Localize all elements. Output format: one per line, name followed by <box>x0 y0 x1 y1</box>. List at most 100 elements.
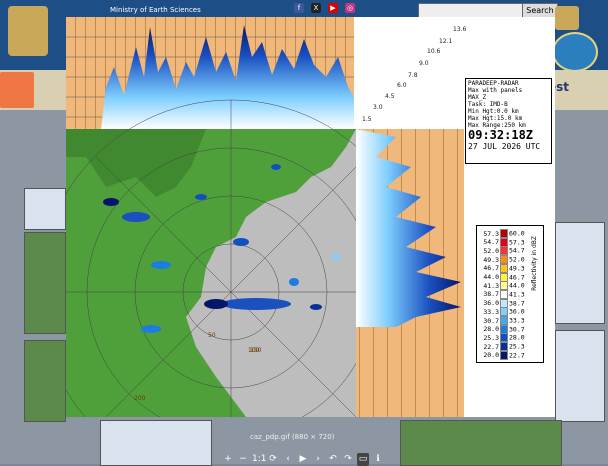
thumbnail[interactable] <box>24 188 66 230</box>
thumbnail[interactable] <box>24 232 66 334</box>
legend-row: 33.3 36.0 <box>477 307 525 317</box>
legend-swatch <box>500 350 508 360</box>
play-icon[interactable]: ▶ <box>297 453 309 466</box>
zoom-out-icon[interactable]: − <box>237 453 249 466</box>
facebook-icon[interactable]: f <box>294 3 304 13</box>
search-button[interactable]: Search <box>522 3 558 18</box>
legend-swatch <box>500 229 508 238</box>
thumbnail[interactable] <box>400 420 562 466</box>
legend-high-value: 54.7 <box>509 246 525 255</box>
rotate-left-icon[interactable]: ↶ <box>327 453 339 466</box>
ministry-title: Ministry of Earth Sciences <box>110 6 201 14</box>
legend-row: 54.7 57.3 <box>477 237 525 247</box>
legend-row: 57.3 60.0 <box>477 229 525 238</box>
legend-row: 44.0 46.7 <box>477 272 525 282</box>
legend-swatch <box>500 316 508 325</box>
legend-high-value: 28.0 <box>509 333 525 342</box>
radar-info-box: PARADEEP-RADAR Max with panels MAX_Z Tas… <box>465 78 552 164</box>
observation-time: 09:32:18Z <box>468 128 534 142</box>
product-name: Max with panels <box>468 87 523 94</box>
legend-high-value: 30.7 <box>509 325 525 334</box>
legend-high-value: 38.7 <box>509 299 525 308</box>
x-icon[interactable]: X <box>311 3 321 13</box>
legend-high-value: 60.0 <box>509 229 525 238</box>
legend-swatch <box>500 281 508 291</box>
height-label: 4.5 <box>385 93 395 100</box>
legend-row: 25.3 28.0 <box>477 333 525 343</box>
range-label: 50 <box>208 332 216 339</box>
fullscreen-icon[interactable]: ▭ <box>357 453 369 466</box>
instagram-icon[interactable]: ◎ <box>345 3 355 13</box>
legend-high-value: 33.3 <box>509 316 525 325</box>
legend-swatch <box>500 333 508 343</box>
legend-high-value: 57.3 <box>509 238 525 247</box>
legend-row: 38.7 41.3 <box>477 289 525 299</box>
height-label: 6.0 <box>397 82 407 89</box>
legend-row: 30.7 33.3 <box>477 316 525 325</box>
legend-row: 49.3 52.0 <box>477 255 525 265</box>
legend-swatch <box>500 324 508 334</box>
legend-swatch <box>500 307 508 317</box>
reflectivity-legend: 57.3 60.0 54.7 57.3 52.0 54.7 49.3 52.0 46.7 49.3… <box>476 225 544 363</box>
legend-row: 52.0 54.7 <box>477 246 525 256</box>
thumbnail[interactable] <box>100 420 212 466</box>
info-icon[interactable]: ℹ <box>372 453 384 466</box>
legend-low-value: 20.0 <box>483 351 499 360</box>
range-label: 150 <box>250 347 262 354</box>
height-label: 3.0 <box>373 104 383 111</box>
legend-row: 36.0 38.7 <box>477 298 525 308</box>
observation-date: 27 JUL 2026 UTC <box>468 142 541 151</box>
rotate-right-icon[interactable]: ↷ <box>342 453 354 466</box>
imd-logo <box>552 32 598 72</box>
range-label: 200 <box>134 395 146 402</box>
height-label: 1.5 <box>362 116 372 123</box>
legend-row: 20.0 22.7 <box>477 350 525 360</box>
legend-swatch <box>500 298 508 308</box>
max-height: Max Hgt:15.0 km <box>468 115 523 122</box>
youtube-icon[interactable]: ▶ <box>328 3 338 13</box>
height-label: 10.6 <box>427 48 441 55</box>
legend-row: 22.7 25.3 <box>477 342 525 352</box>
actual-size-icon[interactable]: 1:1 <box>252 453 266 466</box>
thumbnail[interactable] <box>555 222 605 324</box>
legend-swatch <box>500 342 508 352</box>
legend-swatch <box>500 246 508 256</box>
nav-weather-icon[interactable] <box>0 72 34 108</box>
height-label: 13.6 <box>453 26 467 33</box>
height-label: 12.1 <box>439 38 453 45</box>
thumbnail[interactable] <box>555 330 605 422</box>
legend-high-value: 41.3 <box>509 290 525 299</box>
legend-high-value: 36.0 <box>509 307 525 316</box>
legend-row: 46.7 49.3 <box>477 263 525 273</box>
rotate-icon[interactable]: ⟳ <box>267 453 279 466</box>
thumbnail[interactable] <box>24 340 66 422</box>
min-height: Min Hgt:0.0 km <box>468 108 519 115</box>
legend-swatch <box>500 289 508 299</box>
prev-icon[interactable]: ‹ <box>282 453 294 466</box>
legend-high-value: 46.7 <box>509 273 525 281</box>
emblem-icon <box>555 6 579 30</box>
height-label: 9.0 <box>419 60 429 67</box>
legend-high-value: 52.0 <box>509 255 525 264</box>
task-name: Task: IMD-B <box>468 101 508 108</box>
height-label: 7.8 <box>408 72 418 79</box>
emblem-logo <box>8 6 48 56</box>
legend-swatch <box>500 255 508 265</box>
legend-swatch <box>500 272 508 282</box>
legend-high-value: 44.0 <box>509 281 525 290</box>
legend-title: Reflectivity in dBZ <box>531 236 538 291</box>
legend-row: 28.0 30.7 <box>477 324 525 334</box>
search-input[interactable] <box>418 3 524 18</box>
zoom-in-icon[interactable]: + <box>222 453 234 466</box>
legend-row: 41.3 44.0 <box>477 281 525 291</box>
viewer-toolbar: + −1:1 ⟳ ‹ ▶ › ↶ ↷ ▭ ℹ <box>222 446 387 466</box>
next-icon[interactable]: › <box>312 453 324 466</box>
image-caption: caz_pdp.gif (880 × 720) <box>250 433 335 441</box>
legend-high-value: 49.3 <box>509 264 525 273</box>
legend-high-value: 25.3 <box>509 342 525 351</box>
legend-high-value: 22.7 <box>509 351 525 360</box>
legend-swatch <box>500 237 508 247</box>
product-mode: MAX_Z <box>468 94 487 101</box>
legend-swatch <box>500 263 508 273</box>
station-name: PARADEEP-RADAR <box>468 80 519 87</box>
